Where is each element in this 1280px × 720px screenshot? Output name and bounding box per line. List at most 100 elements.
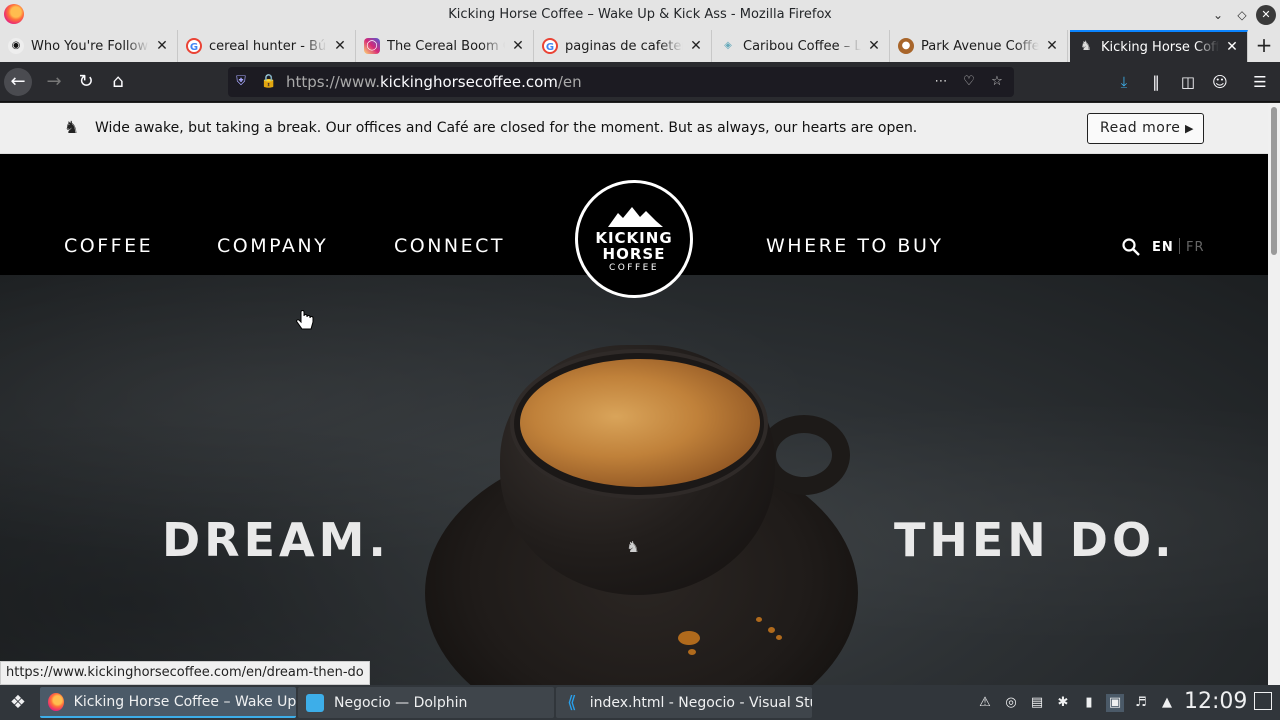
close-window-icon[interactable]: ✕ <box>1256 5 1276 25</box>
nav-company[interactable]: COMPANY <box>217 235 328 257</box>
task-dolphin[interactable]: Negocio — Dolphin <box>298 687 554 718</box>
window-titlebar: Kicking Horse Coffee – Wake Up & Kick As… <box>0 0 1280 30</box>
tab-strip: ◉ Who You're Following ✕ G cereal hunter… <box>0 30 1280 62</box>
lang-fr-link[interactable]: FR <box>1186 240 1205 255</box>
notice-message: Wide awake, but taking a break. Our offi… <box>95 120 918 136</box>
new-tab-button[interactable]: + <box>1252 30 1276 62</box>
tab-kicking-horse[interactable]: ♞ Kicking Horse Coffee ✕ <box>1070 30 1248 62</box>
instagram-icon: ◯ <box>364 38 380 54</box>
coffee-drip <box>756 617 762 622</box>
lock-icon[interactable]: 🔒 <box>260 73 278 91</box>
folder-icon <box>306 693 324 712</box>
google-icon: G <box>542 38 558 54</box>
tab-label: Park Avenue Coffee <box>921 38 1039 54</box>
clock[interactable]: 12:09 <box>1184 689 1247 714</box>
parkavenue-icon: ● <box>898 38 914 54</box>
bluetooth-icon[interactable]: ✱ <box>1054 694 1072 712</box>
menu-icon[interactable]: ☰ <box>1250 72 1270 92</box>
vscode-icon: ⟪ <box>567 692 577 713</box>
scrollbar-thumb[interactable] <box>1271 107 1277 255</box>
tab-label: Who You're Following <box>31 38 149 54</box>
account-icon[interactable]: ☺ <box>1210 72 1230 92</box>
tab-instagram[interactable]: ◯ The Cereal Boom Co ✕ <box>356 30 534 62</box>
coffee-drip <box>678 631 700 645</box>
chevron-right-icon: ▶ <box>1185 122 1194 135</box>
tab-google-cafeterias[interactable]: G paginas de cafeterias ✕ <box>534 30 712 62</box>
sidebar-icon[interactable]: ◫ <box>1178 72 1198 92</box>
read-more-label: Read more <box>1100 120 1181 136</box>
hero-text-then-do: THEN DO. <box>894 513 1176 567</box>
tab-park-avenue[interactable]: ● Park Avenue Coffee ✕ <box>890 30 1068 62</box>
back-button[interactable]: ← <box>4 68 32 96</box>
tab-label: Kicking Horse Coffee <box>1101 39 1219 55</box>
tab-caribou[interactable]: ◈ Caribou Coffee – Life ✕ <box>712 30 890 62</box>
logo-line-coffee: COFFEE <box>608 263 660 273</box>
notice-banner: ♞ Wide awake, but taking a break. Our of… <box>0 103 1268 154</box>
page-actions-icon[interactable]: ⋯ <box>932 73 950 91</box>
home-button[interactable]: ⌂ <box>104 68 132 96</box>
close-tab-icon[interactable]: ✕ <box>1045 38 1059 54</box>
pocket-icon[interactable]: ♡ <box>960 73 978 91</box>
task-label: index.html - Negocio - Visual Studi... <box>589 694 812 711</box>
lang-divider <box>1179 238 1180 254</box>
tab-github[interactable]: ◉ Who You're Following ✕ <box>0 30 178 62</box>
espresso-image <box>520 359 760 487</box>
status-url-overlay: https://www.kickinghorsecoffee.com/en/dr… <box>0 661 370 685</box>
google-icon: G <box>186 38 202 54</box>
app-launcher-icon[interactable]: ❖ <box>6 691 30 715</box>
close-tab-icon[interactable]: ✕ <box>689 38 703 54</box>
coffee-drip <box>768 627 775 633</box>
reload-button[interactable]: ↻ <box>72 68 100 96</box>
show-desktop-button[interactable] <box>1254 692 1272 710</box>
horse-icon: ♞ <box>626 538 640 556</box>
close-tab-icon[interactable]: ✕ <box>155 38 169 54</box>
nav-coffee[interactable]: COFFEE <box>64 235 153 257</box>
task-firefox[interactable]: Kicking Horse Coffee – Wake Up & ... <box>40 687 296 718</box>
coffee-drip <box>688 649 696 655</box>
tab-label: paginas de cafeterias <box>565 38 683 54</box>
close-tab-icon[interactable]: ✕ <box>1225 39 1239 55</box>
page-scrollbar[interactable] <box>1268 103 1280 685</box>
task-vscode[interactable]: ⟪ index.html - Negocio - Visual Studi... <box>556 687 812 718</box>
nav-connect[interactable]: CONNECT <box>394 235 505 257</box>
lang-en-link[interactable]: EN <box>1152 240 1174 255</box>
close-tab-icon[interactable]: ✕ <box>333 38 347 54</box>
close-tab-icon[interactable]: ✕ <box>867 38 881 54</box>
minimize-icon[interactable]: ⌄ <box>1208 5 1228 25</box>
battery-icon[interactable]: ▮ <box>1080 694 1098 712</box>
horse-icon: ♞ <box>1080 39 1092 54</box>
tab-google-cereal[interactable]: G cereal hunter - Búsqueda ✕ <box>178 30 356 62</box>
bookmark-star-icon[interactable]: ☆ <box>988 73 1006 91</box>
network-icon[interactable]: ◎ <box>1002 694 1020 712</box>
volume-icon[interactable]: ♬ <box>1132 694 1150 712</box>
firefox-icon <box>48 692 64 711</box>
github-icon: ◉ <box>8 38 24 54</box>
forward-button[interactable]: → <box>40 68 68 96</box>
url-bar[interactable]: ⛨ 🔒 https://www.kickinghorsecoffee.com/e… <box>228 67 1014 97</box>
display-icon[interactable]: ▣ <box>1106 694 1124 712</box>
tab-label: The Cereal Boom Co <box>387 38 505 54</box>
maximize-icon[interactable]: ◇ <box>1232 5 1252 25</box>
hero-banner[interactable]: ♞ DREAM. THEN DO. <box>0 275 1268 685</box>
hero-text-dream: DREAM. <box>162 513 390 567</box>
tab-label: Caribou Coffee – Life <box>743 38 861 54</box>
close-tab-icon[interactable]: ✕ <box>511 38 525 54</box>
nav-where-to-buy[interactable]: WHERE TO BUY <box>766 235 943 257</box>
clipboard-icon[interactable]: ▤ <box>1028 694 1046 712</box>
library-icon[interactable]: ‖ <box>1146 72 1166 92</box>
taskbar: ❖ Kicking Horse Coffee – Wake Up & ... N… <box>0 685 1280 720</box>
read-more-button[interactable]: Read more ▶ <box>1087 113 1204 144</box>
mountain-icon <box>608 207 663 227</box>
coffee-drip <box>776 635 782 640</box>
url-text[interactable]: https://www.kickinghorsecoffee.com/en <box>286 73 582 91</box>
tracking-protection-icon[interactable]: ⛨ <box>232 73 250 91</box>
downloads-icon[interactable]: ⤓ <box>1114 72 1134 92</box>
hand-cursor-icon <box>296 310 314 330</box>
kicking-horse-logo[interactable]: KICKING HORSE COFFEE <box>575 180 693 298</box>
tray-expand-icon[interactable]: ▲ <box>1158 694 1176 712</box>
search-icon[interactable] <box>1121 237 1141 257</box>
navigation-toolbar: ← → ↻ ⌂ ⛨ 🔒 https://www.kickinghorsecoff… <box>0 62 1280 102</box>
logo-line-horse: HORSE <box>602 245 666 263</box>
horse-icon: ♞ <box>64 118 80 138</box>
notifications-icon[interactable]: ⚠ <box>976 694 994 712</box>
